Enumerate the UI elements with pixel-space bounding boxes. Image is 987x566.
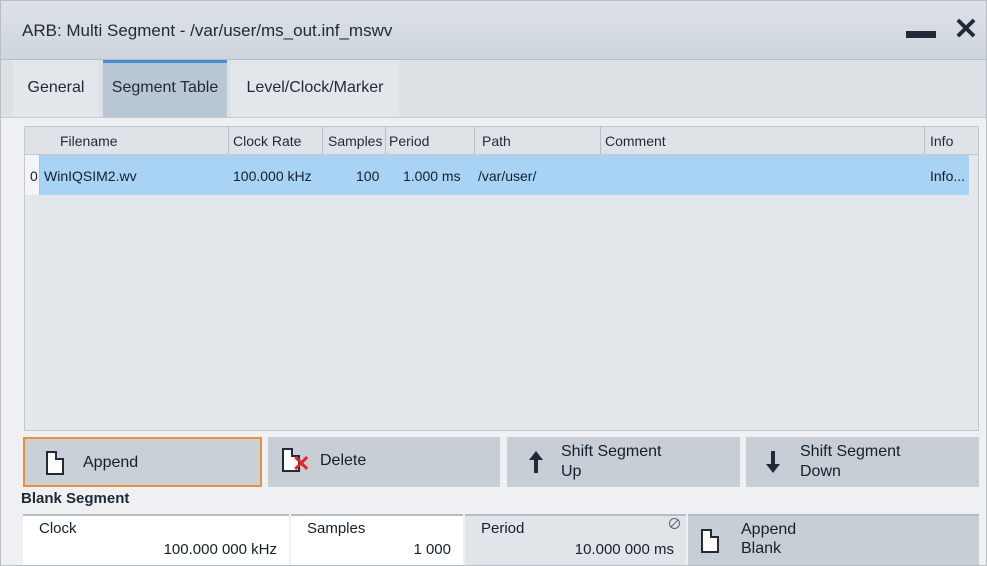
delete-label: Delete xyxy=(320,452,367,469)
tab-level-clock-marker[interactable]: Level/Clock/Marker xyxy=(231,60,399,117)
cell-samples[interactable]: 100 xyxy=(356,168,379,184)
cell-filename[interactable]: WinIQSIM2.wv xyxy=(44,168,137,184)
clock-field[interactable]: Clock 100.000 000 kHz xyxy=(23,514,289,565)
append-button[interactable]: Append xyxy=(23,437,262,487)
shift-down-label-line2: Down xyxy=(800,463,841,480)
shift-down-label-line1: Shift Segment xyxy=(800,443,901,460)
cell-clock-rate[interactable]: 100.000 kHz xyxy=(233,168,312,184)
append-blank-button[interactable]: Append Blank xyxy=(688,514,979,565)
document-icon xyxy=(46,451,64,475)
period-field: Period 10.000 000 ms xyxy=(465,514,686,565)
samples-value[interactable]: 1 000 xyxy=(413,541,451,558)
arrow-down-icon xyxy=(766,451,780,473)
shift-up-label-line1: Shift Segment xyxy=(561,443,662,460)
row-index: 0 xyxy=(30,168,38,184)
title-bar: ARB: Multi Segment - /var/user/ms_out.in… xyxy=(1,1,986,60)
column-header-info[interactable]: Info xyxy=(930,133,953,149)
clock-value[interactable]: 100.000 000 kHz xyxy=(164,541,277,558)
period-label: Period xyxy=(481,520,525,537)
shift-segment-down-button[interactable]: Shift Segment Down xyxy=(746,437,979,487)
read-only-icon xyxy=(669,518,680,529)
arb-multi-segment-dialog: ARB: Multi Segment - /var/user/ms_out.in… xyxy=(0,0,987,566)
table-header: Filename Clock Rate Samples Period Path … xyxy=(25,127,978,155)
column-header-comment[interactable]: Comment xyxy=(605,133,666,149)
close-icon[interactable]: ✕ xyxy=(951,15,981,45)
tab-general[interactable]: General xyxy=(13,60,99,117)
append-blank-label-line1: Append xyxy=(741,521,797,538)
blank-segment-heading: Blank Segment xyxy=(21,490,130,507)
period-value: 10.000 000 ms xyxy=(574,541,674,558)
cell-path[interactable]: /var/user/ xyxy=(478,168,536,184)
cell-info[interactable]: Info... xyxy=(930,168,965,184)
window-title: ARB: Multi Segment - /var/user/ms_out.in… xyxy=(22,21,393,40)
cell-period[interactable]: 1.000 ms xyxy=(403,168,461,184)
column-header-path[interactable]: Path xyxy=(482,133,511,149)
samples-field[interactable]: Samples 1 000 xyxy=(291,514,463,565)
tab-segment-table[interactable]: Segment Table xyxy=(103,60,227,117)
document-icon xyxy=(701,529,719,553)
clock-label: Clock xyxy=(39,520,77,537)
column-header-samples[interactable]: Samples xyxy=(328,133,382,149)
append-blank-label-line2: Blank xyxy=(741,540,782,557)
column-header-filename[interactable]: Filename xyxy=(60,133,118,149)
delete-button[interactable]: ✕ Delete xyxy=(268,437,500,487)
samples-label: Samples xyxy=(307,520,366,537)
shift-segment-up-button[interactable]: Shift Segment Up xyxy=(507,437,740,487)
red-x-icon: ✕ xyxy=(292,451,311,476)
shift-up-label-line2: Up xyxy=(561,463,582,480)
column-header-period[interactable]: Period xyxy=(389,133,429,149)
arrow-up-icon xyxy=(529,451,543,473)
append-label: Append xyxy=(83,454,139,471)
segment-table: Filename Clock Rate Samples Period Path … xyxy=(24,126,979,431)
tab-bar: General Segment Table Level/Clock/Marker xyxy=(1,60,986,118)
column-header-clock-rate[interactable]: Clock Rate xyxy=(233,133,301,149)
minimize-icon[interactable] xyxy=(906,31,936,38)
